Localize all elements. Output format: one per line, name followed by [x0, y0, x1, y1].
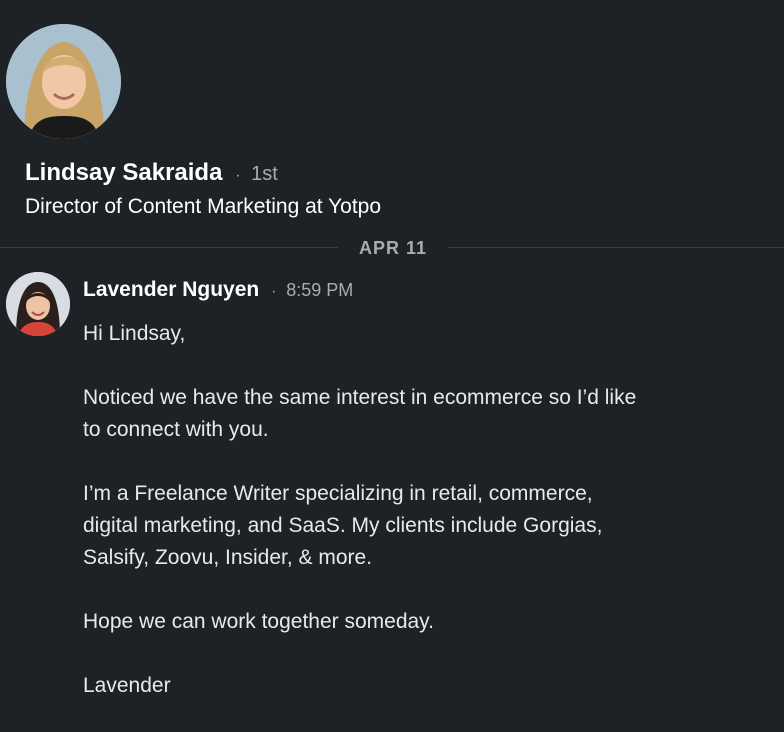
profile-photo-icon	[6, 24, 121, 139]
message-line: Noticed we have the same interest in eco…	[83, 386, 637, 409]
divider-line-left	[0, 247, 338, 248]
divider-line-right	[448, 247, 784, 248]
separator-dot: ·	[271, 283, 277, 300]
sender-name[interactable]: Lavender Nguyen	[83, 278, 259, 301]
profile-avatar[interactable]	[6, 24, 121, 139]
profile-name-row: Lindsay Sakraida · 1st	[25, 157, 278, 192]
connection-degree: 1st	[251, 163, 278, 185]
message-line: Salsify, Zoovu, Insider, & more.	[83, 546, 373, 569]
sender-avatar[interactable]	[6, 272, 70, 336]
message-line: digital marketing, and SaaS. My clients …	[83, 514, 603, 537]
message-line: Hope we can work together someday.	[83, 610, 434, 633]
message-body: Hi Lindsay, Noticed we have the same int…	[83, 318, 763, 702]
message-line: Lavender	[83, 674, 171, 697]
message-line: to connect with you.	[83, 418, 269, 441]
message-header: Lavender Nguyen · 8:59 PM	[83, 275, 353, 307]
profile-name[interactable]: Lindsay Sakraida	[25, 159, 222, 186]
sender-photo-icon	[6, 272, 70, 336]
message-line: I’m a Freelance Writer specializing in r…	[83, 482, 593, 505]
date-divider: APR 11	[0, 236, 784, 260]
profile-headline: Director of Content Marketing at Yotpo	[25, 195, 382, 218]
message-timestamp: 8:59 PM	[286, 280, 354, 300]
separator-dot: ·	[235, 167, 241, 184]
date-label: APR 11	[358, 238, 428, 258]
message-line: Hi Lindsay,	[83, 322, 186, 345]
